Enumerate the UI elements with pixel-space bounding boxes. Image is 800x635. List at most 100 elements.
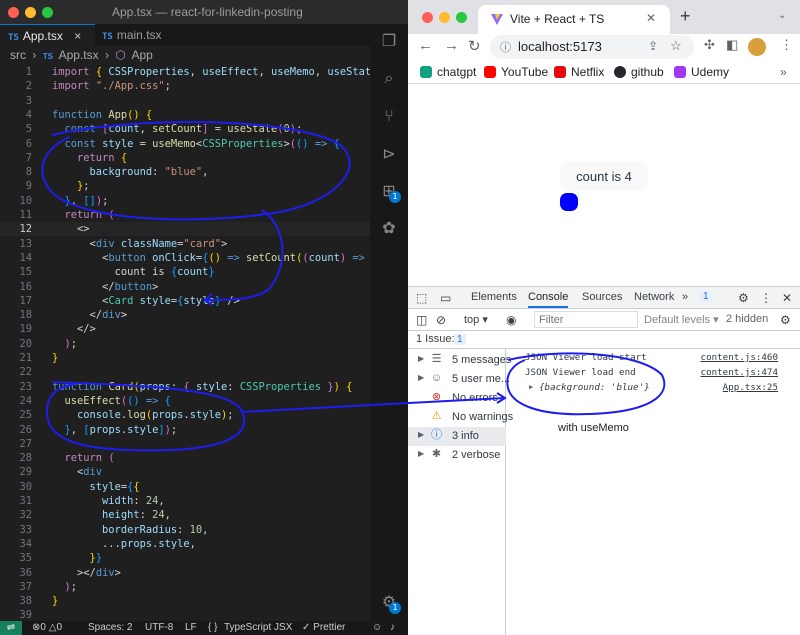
debug-icon[interactable]: ⊳ — [379, 144, 399, 164]
close-window-button[interactable] — [8, 7, 19, 18]
tab-app-tsx[interactable]: TS App.tsx × — [0, 24, 95, 46]
eol-status[interactable]: LF — [185, 622, 197, 633]
code-line: 39 — [19, 609, 32, 621]
source-link[interactable]: App.tsx:25 — [723, 382, 778, 393]
console-message[interactable]: ▶ {background: 'blue'} App.tsx:25 — [507, 381, 800, 395]
more-tabs-icon[interactable]: » — [682, 291, 688, 303]
code-line: 24 useEffect(() => { — [19, 394, 171, 407]
chevron-down-icon[interactable]: ⌄ — [778, 10, 786, 21]
language-status[interactable]: TypeScript JSX — [224, 622, 292, 633]
sidebar-item-messages[interactable]: ▶ ☰ 5 messages — [408, 351, 511, 370]
code-line: 3 — [25, 94, 32, 107]
close-icon[interactable]: ✕ — [782, 291, 792, 305]
remote-icon[interactable]: ⇌ — [0, 621, 22, 635]
inspect-element-icon[interactable]: ⬚ — [416, 291, 427, 305]
sidebar-item-user-messages[interactable]: ▶ ☺ 5 user me... — [408, 370, 510, 389]
notifications-bell-icon[interactable]: ♪ — [390, 622, 395, 633]
code-line: 7 return { — [25, 151, 128, 164]
breadcrumb-file[interactable]: App.tsx — [59, 48, 99, 62]
tab-console[interactable]: Console — [528, 291, 569, 308]
tab-network[interactable]: Network — [634, 291, 674, 303]
vite-icon — [491, 14, 503, 25]
issues-bar[interactable]: 1 Issue: 1 — [408, 331, 800, 349]
devtools-panel: ⬚ ▭ Elements Console Sources Network » 1… — [408, 286, 800, 635]
sidebar-item-verbose[interactable]: ▶ ✱ 2 verbose — [408, 446, 506, 465]
sidebar-toggle-icon[interactable]: ◫ — [416, 313, 427, 327]
source-link[interactable]: content.js:460 — [701, 352, 778, 363]
breadcrumb-symbol[interactable]: App — [131, 48, 152, 62]
code-line: 9 }; — [25, 180, 90, 193]
settings-gear-icon[interactable]: ⚙ — [738, 291, 749, 305]
activity-bar: ❐ ⌕ ⑂ ⊳ ⊞ 1 ✿ ⚙ 1 — [370, 24, 408, 621]
log-levels-dropdown[interactable]: Default levels ▾ — [644, 313, 719, 326]
zoom-window-button[interactable] — [456, 12, 467, 23]
sidebar-item-errors[interactable]: ⊗ No errors — [408, 389, 506, 408]
context-selector[interactable]: top ▾ — [464, 313, 488, 326]
site-info-icon[interactable]: ⓘ — [500, 39, 511, 55]
tab-label: App.tsx — [22, 29, 63, 43]
minimize-window-button[interactable] — [439, 12, 450, 23]
settings-gear-icon[interactable]: ⚙ — [780, 313, 791, 327]
problems-status[interactable]: ⊗0 △0 — [32, 622, 62, 633]
bookmark-youtube[interactable]: YouTube — [484, 65, 548, 79]
close-icon[interactable]: × — [74, 29, 81, 43]
more-options-icon[interactable]: ⋮ — [760, 291, 772, 305]
search-icon[interactable]: ⌕ — [379, 68, 399, 88]
source-control-icon[interactable]: ⑂ — [379, 106, 399, 126]
window-title: App.tsx — react-for-linkedin-posting — [112, 5, 303, 19]
issues-badge[interactable]: 1 — [700, 290, 712, 302]
prettier-status[interactable]: ✓ Prettier — [302, 622, 345, 633]
share-icon[interactable]: ⇪ — [648, 39, 658, 53]
tab-main-tsx[interactable]: TS main.tsx — [98, 24, 162, 46]
extensions-puzzle-icon[interactable]: ✣ — [704, 37, 715, 53]
figma-icon[interactable]: ✿ — [379, 218, 399, 238]
expand-arrow-icon[interactable]: ▶ — [529, 383, 533, 391]
sidebar-item-info[interactable]: ▶ ⓘ 3 info — [408, 427, 506, 446]
profile-avatar[interactable] — [748, 38, 766, 56]
logged-object[interactable]: {background: 'blue'} — [539, 382, 650, 393]
bookmark-chatgpt[interactable]: chatgpt — [420, 65, 476, 79]
filter-input[interactable] — [534, 311, 638, 328]
back-arrow-icon[interactable]: ← — [418, 37, 433, 54]
account-icon[interactable]: ☺ — [372, 622, 382, 633]
tab-sources[interactable]: Sources — [582, 291, 622, 303]
device-toolbar-icon[interactable]: ▭ — [440, 291, 451, 305]
code-editor[interactable]: 1 import { CSSProperties, useEffect, useM… — [0, 65, 370, 621]
braces-icon[interactable]: { } — [208, 622, 217, 633]
browser-tab[interactable]: Vite + React + TS ✕ — [478, 5, 670, 34]
menu-dots-icon[interactable]: ⋮ — [780, 37, 793, 53]
clear-console-icon[interactable]: ⊘ — [436, 313, 446, 327]
reload-icon[interactable]: ↻ — [468, 37, 481, 55]
sidebar-item-warnings[interactable]: ⚠ No warnings — [408, 408, 514, 427]
github-icon — [614, 66, 626, 78]
vscode-titlebar: App.tsx — react-for-linkedin-posting — [0, 0, 408, 24]
bookmark-netflix[interactable]: Netflix — [554, 65, 604, 79]
source-link[interactable]: content.js:474 — [701, 367, 778, 378]
eye-icon[interactable]: ◉ — [506, 313, 516, 327]
star-icon[interactable]: ☆ — [670, 38, 682, 54]
encoding-status[interactable]: UTF-8 — [145, 622, 173, 633]
page-viewport: count is 4 — [408, 85, 800, 286]
code-line: 38} — [19, 595, 59, 608]
status-bar: ⇌ ⊗0 △0 Spaces: 2 UTF-8 LF { } TypeScrip… — [0, 621, 408, 635]
minimize-window-button[interactable] — [25, 7, 36, 18]
side-panel-icon[interactable]: ◧ — [726, 37, 738, 53]
new-tab-button[interactable]: + — [680, 6, 691, 27]
bookmark-udemy[interactable]: Udemy — [674, 65, 729, 79]
issues-count-badge[interactable]: 1 — [454, 333, 466, 345]
close-window-button[interactable] — [422, 12, 433, 23]
address-bar[interactable]: ⓘ localhost:5173 ⇪ ☆ — [490, 35, 694, 59]
extensions-badge: 1 — [389, 191, 401, 203]
zoom-window-button[interactable] — [42, 7, 53, 18]
close-icon[interactable]: ✕ — [646, 11, 656, 25]
bookmark-github[interactable]: github — [614, 65, 664, 79]
count-button[interactable]: count is 4 — [560, 161, 648, 191]
explorer-icon[interactable]: ❐ — [379, 31, 399, 51]
bookmarks-overflow-icon[interactable]: » — [780, 65, 787, 79]
indent-status[interactable]: Spaces: 2 — [88, 622, 132, 633]
forward-arrow-icon[interactable]: → — [444, 37, 459, 54]
breadcrumb-folder[interactable]: src — [10, 48, 26, 62]
code-line: 28 return ( — [19, 452, 115, 465]
tab-elements[interactable]: Elements — [471, 291, 517, 303]
console-sidebar: ▶ ☰ 5 messages ▶ ☺ 5 user me... ⊗ No error… — [408, 349, 514, 635]
